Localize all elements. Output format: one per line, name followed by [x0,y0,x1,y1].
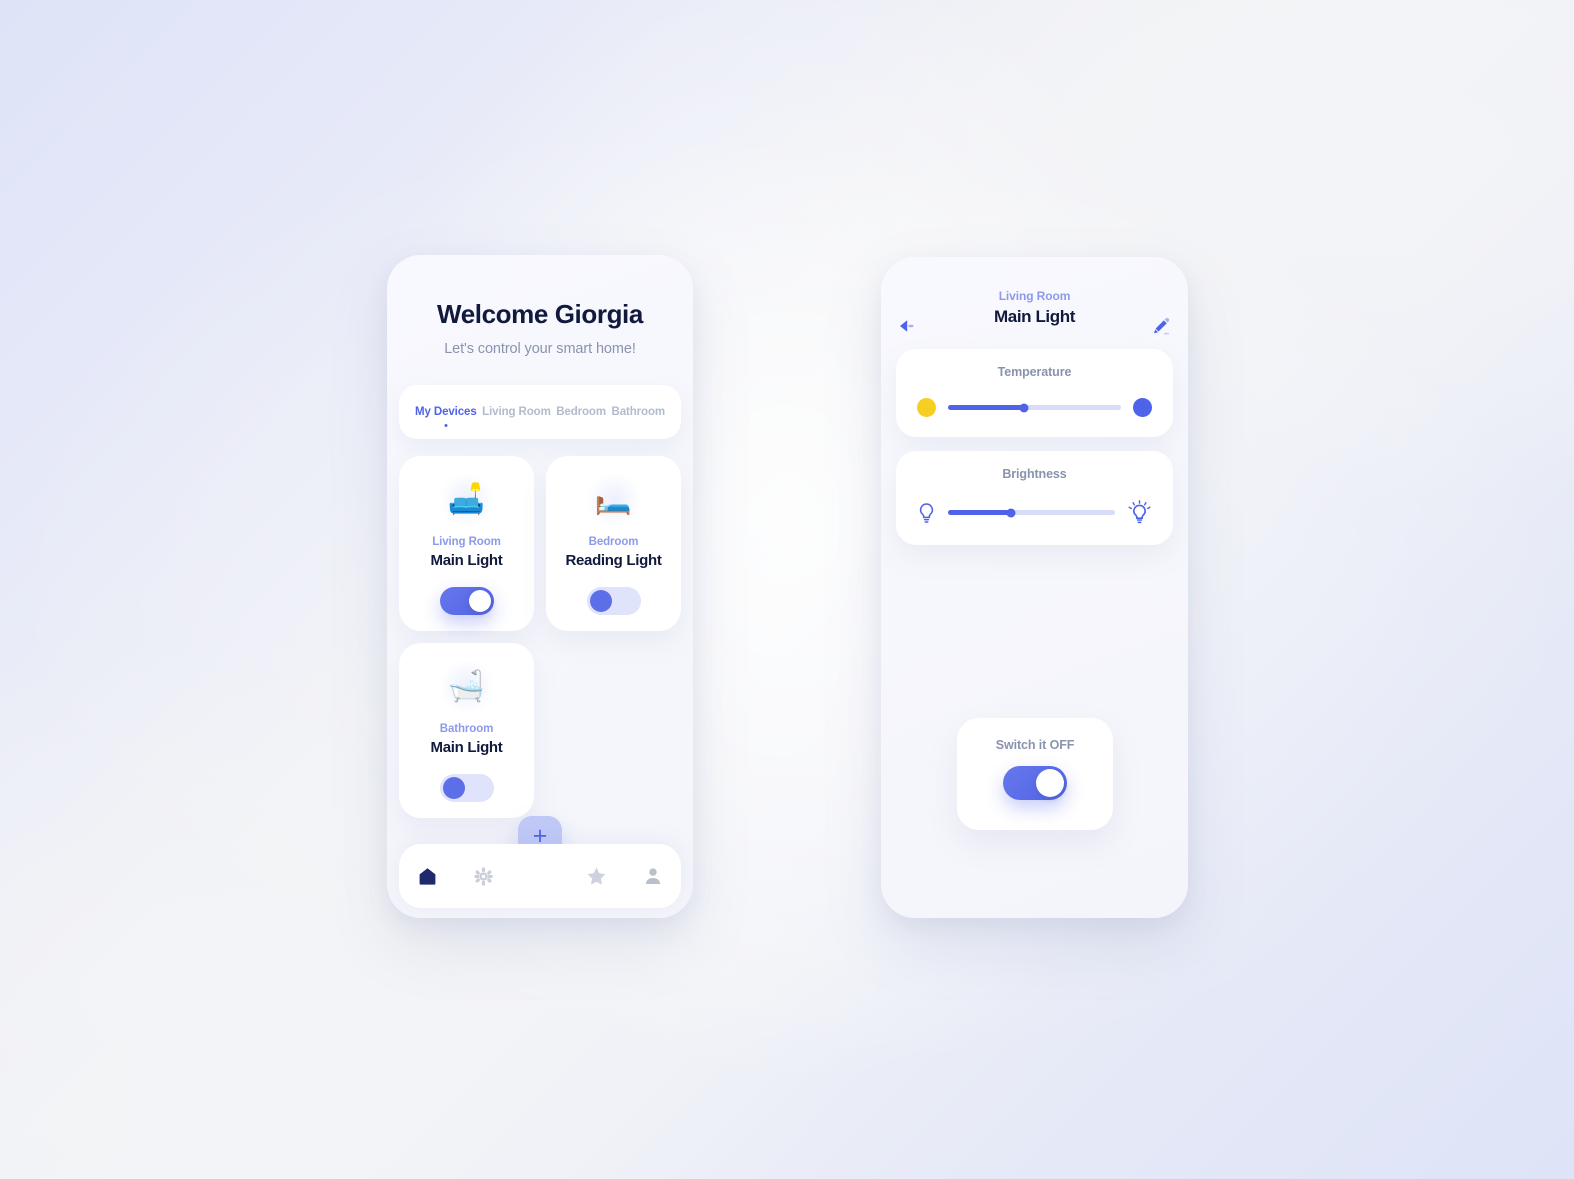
back-arrow-icon [899,319,917,333]
star-icon [587,867,606,885]
device-card-bathroom-main-light[interactable]: 🛁 Bathroom Main Light [399,643,534,818]
brightness-label: Brightness [1002,467,1067,481]
device-name-label: Reading Light [565,552,662,569]
temperature-slider-row [896,398,1173,417]
brightness-slider-row [896,500,1173,525]
toggle-knob [468,590,491,612]
cool-dot-icon[interactable] [1133,398,1152,417]
temperature-slider[interactable] [948,403,1121,412]
device-room-label: Bathroom [439,723,494,735]
temperature-label: Temperature [997,365,1072,379]
device-card-bedroom-reading-light[interactable]: 🛏️ Bedroom Reading Light [546,456,681,631]
detail-titles: Living Room Main Light [994,289,1075,327]
page-title: Welcome Giorgia [437,299,643,329]
device-card-living-room-main-light[interactable]: 🛋️ Living Room Main Light [399,456,534,631]
power-switch-toggle[interactable] [1003,766,1067,800]
bed-icon: 🛏️ [585,474,642,526]
page-subtitle: Let's control your smart home! [444,341,636,357]
couch-lamp-icon: 🛋️ [438,474,495,526]
nav-item-profile[interactable] [625,867,681,885]
tab-my-devices[interactable]: My Devices [415,406,477,418]
nav-item-home[interactable] [399,867,455,885]
device-name-label: Main Light [430,739,503,756]
profile-icon [644,867,662,885]
back-button[interactable] [895,313,921,339]
detail-header: Living Room Main Light [881,257,1188,349]
temperature-slider-fill [948,405,1025,410]
pencil-icon [1152,317,1171,336]
phone-home-screen: Welcome Giorgia Let's control your smart… [387,255,693,918]
nav-item-favorites[interactable] [568,867,624,885]
brightness-card: Brightness [896,451,1173,545]
detail-room-label: Living Room [998,289,1071,303]
brightness-slider[interactable] [948,508,1115,517]
background-vignette [0,0,1574,1179]
home-icon [418,867,437,885]
bottom-navigation [399,844,681,908]
device-room-label: Bedroom [588,536,639,548]
toggle-knob [589,590,612,612]
gear-icon [474,866,493,886]
edit-button[interactable] [1148,313,1174,339]
temperature-slider-thumb[interactable] [1019,403,1029,412]
power-switch-label: Switch it OFF [995,738,1075,752]
temperature-card: Temperature [896,349,1173,437]
tab-bathroom[interactable]: Bathroom [611,406,665,418]
device-room-label: Living Room [432,536,501,548]
device-toggle-bathroom-main-light[interactable] [439,774,494,802]
toggle-knob [442,777,465,799]
room-tabs: My Devices Living Room Bedroom Bathroom [399,385,681,439]
brightness-slider-fill [948,510,1012,515]
tab-bedroom[interactable]: Bedroom [556,406,606,418]
toggle-knob [1036,769,1064,797]
device-name-label: Main Light [430,552,503,569]
detail-device-title: Main Light [994,307,1075,326]
bulb-bright-icon[interactable] [1127,500,1152,525]
device-grid: 🛋️ Living Room Main Light 🛏️ Bedroom Rea… [399,456,681,818]
nav-item-settings[interactable] [455,866,511,886]
bulb-dim-icon[interactable] [917,502,936,524]
tab-living-room[interactable]: Living Room [482,406,551,418]
brightness-slider-thumb[interactable] [1006,508,1016,517]
device-toggle-bedroom-reading-light[interactable] [586,587,641,615]
bathtub-icon: 🛁 [438,661,495,713]
phone-detail-screen: Living Room Main Light Temperature Brigh… [881,257,1188,918]
home-header: Welcome Giorgia Let's control your smart… [387,255,693,357]
power-switch-card: Switch it OFF [957,718,1113,830]
device-toggle-living-room-main-light[interactable] [439,587,494,615]
warm-dot-icon[interactable] [917,398,936,417]
